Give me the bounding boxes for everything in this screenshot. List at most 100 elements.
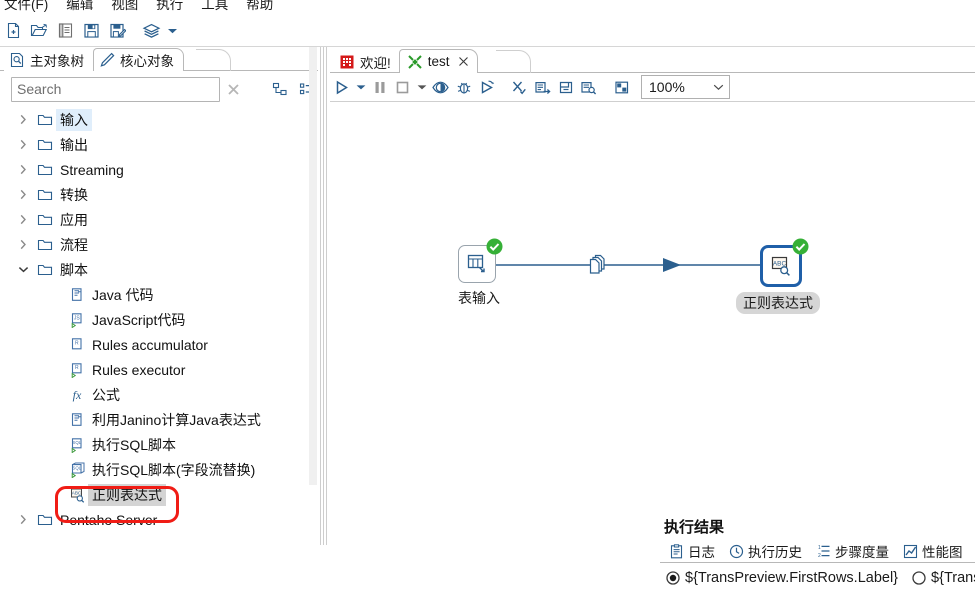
open-folder-icon[interactable]	[26, 18, 52, 44]
close-x-icon[interactable]	[220, 75, 247, 103]
tree-item[interactable]: RRules executor	[0, 357, 310, 382]
verify-icon[interactable]	[508, 74, 531, 100]
tree-item[interactable]: 输入	[0, 107, 310, 132]
menu-tools[interactable]: 工具	[192, 0, 237, 15]
twisty-collapsed-icon[interactable]	[12, 132, 34, 157]
arrange-icon[interactable]	[610, 74, 633, 100]
result-tab[interactable]: Metrics	[970, 540, 975, 562]
tree-item[interactable]: SQL执行SQL脚本	[0, 432, 310, 457]
canvas-node-regex-eval[interactable]: ABC 正则表达式	[760, 245, 820, 314]
menu-view[interactable]: 视图	[102, 0, 147, 15]
editor-tab-welcome[interactable]: 欢迎!	[332, 50, 399, 73]
debug-bug-icon[interactable]	[452, 74, 475, 100]
copy-rows-icon[interactable]	[588, 253, 609, 275]
svg-text:2: 2	[818, 553, 821, 559]
expand-tree-icon[interactable]	[269, 77, 292, 101]
result-tab[interactable]: 执行历史	[722, 540, 809, 562]
tree-item[interactable]: 脚本	[0, 257, 310, 282]
explorer-icon[interactable]	[52, 18, 78, 44]
menu-edit[interactable]: 编辑	[57, 0, 102, 15]
stop-icon[interactable]	[391, 74, 414, 100]
twisty-collapsed-icon[interactable]	[12, 232, 34, 257]
tree-item[interactable]: SQL 执行SQL脚本(字段流替换)	[0, 457, 310, 482]
get-sql-icon[interactable]	[554, 74, 577, 100]
tab-core-objects[interactable]: 核心对象	[93, 48, 184, 71]
run-options-chevron-down-icon[interactable]	[353, 74, 368, 100]
stop-options-chevron-down-icon[interactable]	[414, 74, 429, 100]
preview-rows-radio[interactable]: ${TransPreview.FirstRows.Label}	[666, 570, 898, 586]
welcome-icon	[340, 55, 354, 69]
folder-icon	[37, 512, 53, 527]
twisty-none-icon[interactable]	[44, 282, 66, 307]
editor-tab-test[interactable]: test	[399, 49, 478, 73]
page-title: 执行结果	[664, 516, 724, 537]
result-tab[interactable]: 日志	[662, 540, 722, 562]
twisty-none-icon[interactable]	[44, 432, 66, 457]
menu-help[interactable]: 帮助	[237, 0, 282, 15]
search-input[interactable]	[11, 77, 220, 102]
twisty-expanded-icon[interactable]	[12, 257, 34, 282]
tree-item[interactable]: 利用Janino计算Java表达式	[0, 407, 310, 432]
tree-item-label: 执行SQL脚本(字段流替换)	[88, 459, 259, 481]
twisty-none-icon[interactable]	[44, 457, 66, 482]
table-input-icon[interactable]	[458, 245, 496, 283]
pause-icon[interactable]	[368, 74, 391, 100]
preview-rows-radio[interactable]: ${TransPreview.LastRows.Label}	[912, 570, 975, 586]
radio-button-icon[interactable]	[666, 571, 680, 585]
twisty-collapsed-icon[interactable]	[12, 507, 34, 532]
execution-results-panel: 执行结果 日志执行历史12步骤度量性能图MetricsPreview data …	[660, 557, 975, 592]
close-icon[interactable]	[458, 56, 469, 67]
twisty-collapsed-icon[interactable]	[12, 157, 34, 182]
transformation-canvas[interactable]: 表输入 ABC 正则表达式	[330, 102, 975, 494]
new-file-icon[interactable]	[0, 18, 26, 44]
replay-icon[interactable]	[475, 74, 498, 100]
tree-item[interactable]: 应用	[0, 207, 310, 232]
save-as-icon[interactable]	[104, 18, 130, 44]
menu-run[interactable]: 执行	[147, 0, 192, 15]
tree-item[interactable]: ABC正则表达式	[0, 482, 310, 507]
hop-table-input-to-regex[interactable]	[330, 102, 975, 494]
twisty-collapsed-icon[interactable]	[12, 107, 34, 132]
java-code-icon	[69, 412, 85, 428]
twisty-none-icon[interactable]	[44, 307, 66, 332]
radio-label: ${TransPreview.LastRows.Label}	[931, 570, 975, 586]
folder-icon	[37, 162, 53, 177]
result-tab[interactable]: 12步骤度量	[809, 540, 896, 562]
panel-sash-divider[interactable]	[318, 47, 330, 545]
twisty-none-icon[interactable]	[44, 332, 66, 357]
save-icon[interactable]	[78, 18, 104, 44]
tree-item-label: 应用	[56, 209, 92, 231]
twisty-none-icon[interactable]	[44, 382, 66, 407]
twisty-none-icon[interactable]	[44, 357, 66, 382]
twisty-none-icon[interactable]	[44, 482, 66, 507]
tree-item[interactable]: 转换	[0, 182, 310, 207]
preview-icon[interactable]	[429, 74, 452, 100]
twisty-collapsed-icon[interactable]	[12, 207, 34, 232]
transformation-toolbar: 100%	[330, 73, 975, 102]
svg-text:SQL: SQL	[72, 465, 81, 470]
tree-item[interactable]: Java 代码	[0, 282, 310, 307]
twisty-collapsed-icon[interactable]	[12, 182, 34, 207]
sql-impact-icon[interactable]	[531, 74, 554, 100]
tree-item[interactable]: Pentaho Server	[0, 507, 310, 532]
tree-item[interactable]: Streaming	[0, 157, 310, 182]
show-impact-icon[interactable]	[577, 74, 600, 100]
tree-item[interactable]: 输出	[0, 132, 310, 157]
menu-file[interactable]: 文件(F)	[0, 0, 57, 15]
radio-button-icon[interactable]	[912, 571, 926, 585]
tree-vertical-scrollbar[interactable]	[309, 47, 317, 485]
steps-tree[interactable]: 输入输出Streaming转换应用流程脚本Java 代码JSJavaScript…	[0, 107, 310, 545]
canvas-node-table-input[interactable]: 表输入	[458, 245, 500, 308]
result-tab[interactable]: 性能图	[896, 540, 970, 562]
zoom-combo[interactable]: 100%	[641, 75, 730, 99]
layers-icon[interactable]	[138, 18, 164, 44]
tree-item[interactable]: JSJavaScript代码	[0, 307, 310, 332]
tree-item[interactable]: 流程	[0, 232, 310, 257]
tree-item[interactable]: fx公式	[0, 382, 310, 407]
tab-main-object-tree[interactable]: 主对象树	[4, 49, 93, 71]
run-icon[interactable]	[330, 74, 353, 100]
regex-abc-icon[interactable]: ABC	[760, 245, 802, 287]
tree-item[interactable]: RRules accumulator	[0, 332, 310, 357]
toolbar-chevron-down-icon[interactable]	[164, 18, 180, 44]
twisty-none-icon[interactable]	[44, 407, 66, 432]
